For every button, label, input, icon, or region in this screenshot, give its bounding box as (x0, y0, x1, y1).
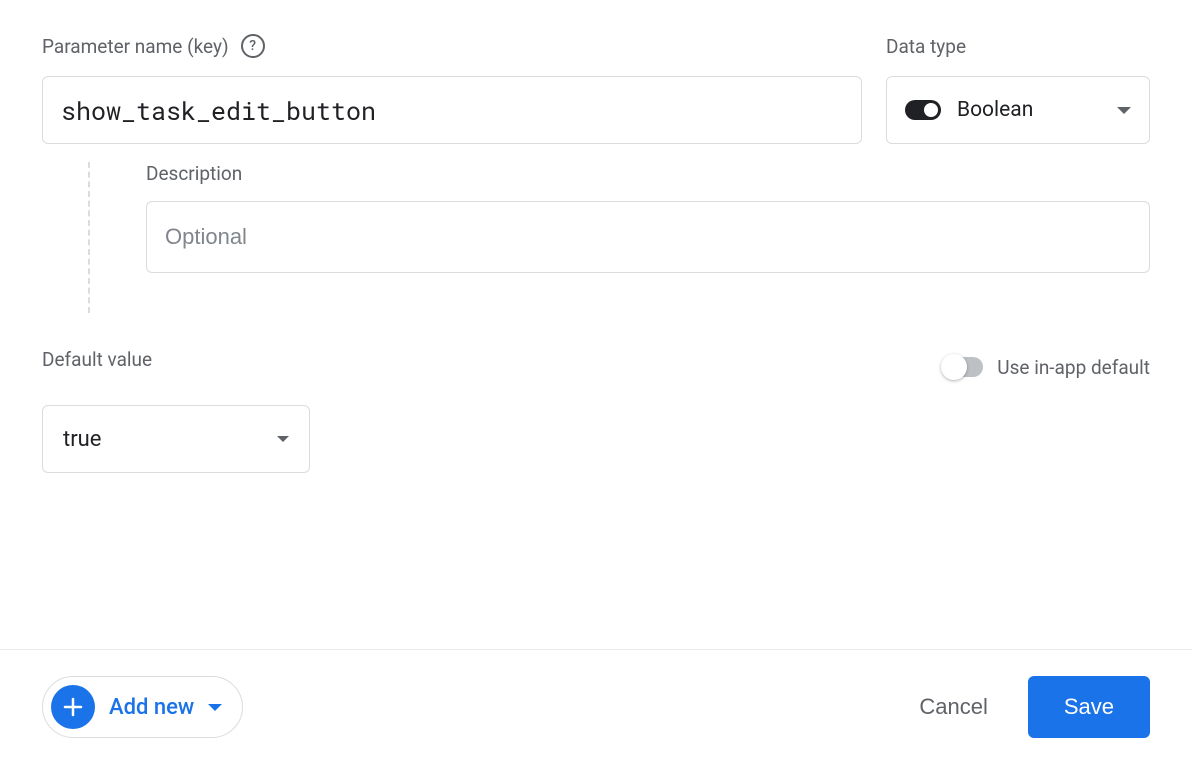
help-icon[interactable]: ? (241, 34, 265, 58)
add-new-button[interactable]: Add new (42, 676, 243, 738)
chevron-down-icon (208, 704, 222, 711)
datatype-label: Data type (886, 32, 1150, 60)
in-app-default-toggle[interactable] (943, 357, 983, 377)
chevron-down-icon (277, 436, 289, 442)
datatype-value: Boolean (957, 98, 1101, 122)
default-value-label: Default value (42, 345, 152, 373)
save-button[interactable]: Save (1028, 676, 1150, 738)
parameter-name-input[interactable] (42, 76, 862, 144)
parameter-name-label-text: Parameter name (key) (42, 35, 229, 58)
plus-icon (51, 685, 95, 729)
in-app-default-label: Use in-app default (997, 356, 1150, 379)
datatype-select[interactable]: Boolean (886, 76, 1150, 144)
chevron-down-icon (1117, 107, 1131, 114)
description-input[interactable] (146, 201, 1150, 273)
default-value-text: true (63, 427, 101, 452)
datatype-label-text: Data type (886, 35, 966, 58)
default-value-label-text: Default value (42, 348, 152, 371)
add-new-label: Add new (109, 695, 194, 720)
default-value-select[interactable]: true (42, 405, 310, 473)
boolean-icon (905, 100, 941, 120)
cancel-button[interactable]: Cancel (911, 682, 995, 732)
description-label: Description (146, 162, 1150, 185)
parameter-name-label: Parameter name (key) ? (42, 32, 862, 60)
